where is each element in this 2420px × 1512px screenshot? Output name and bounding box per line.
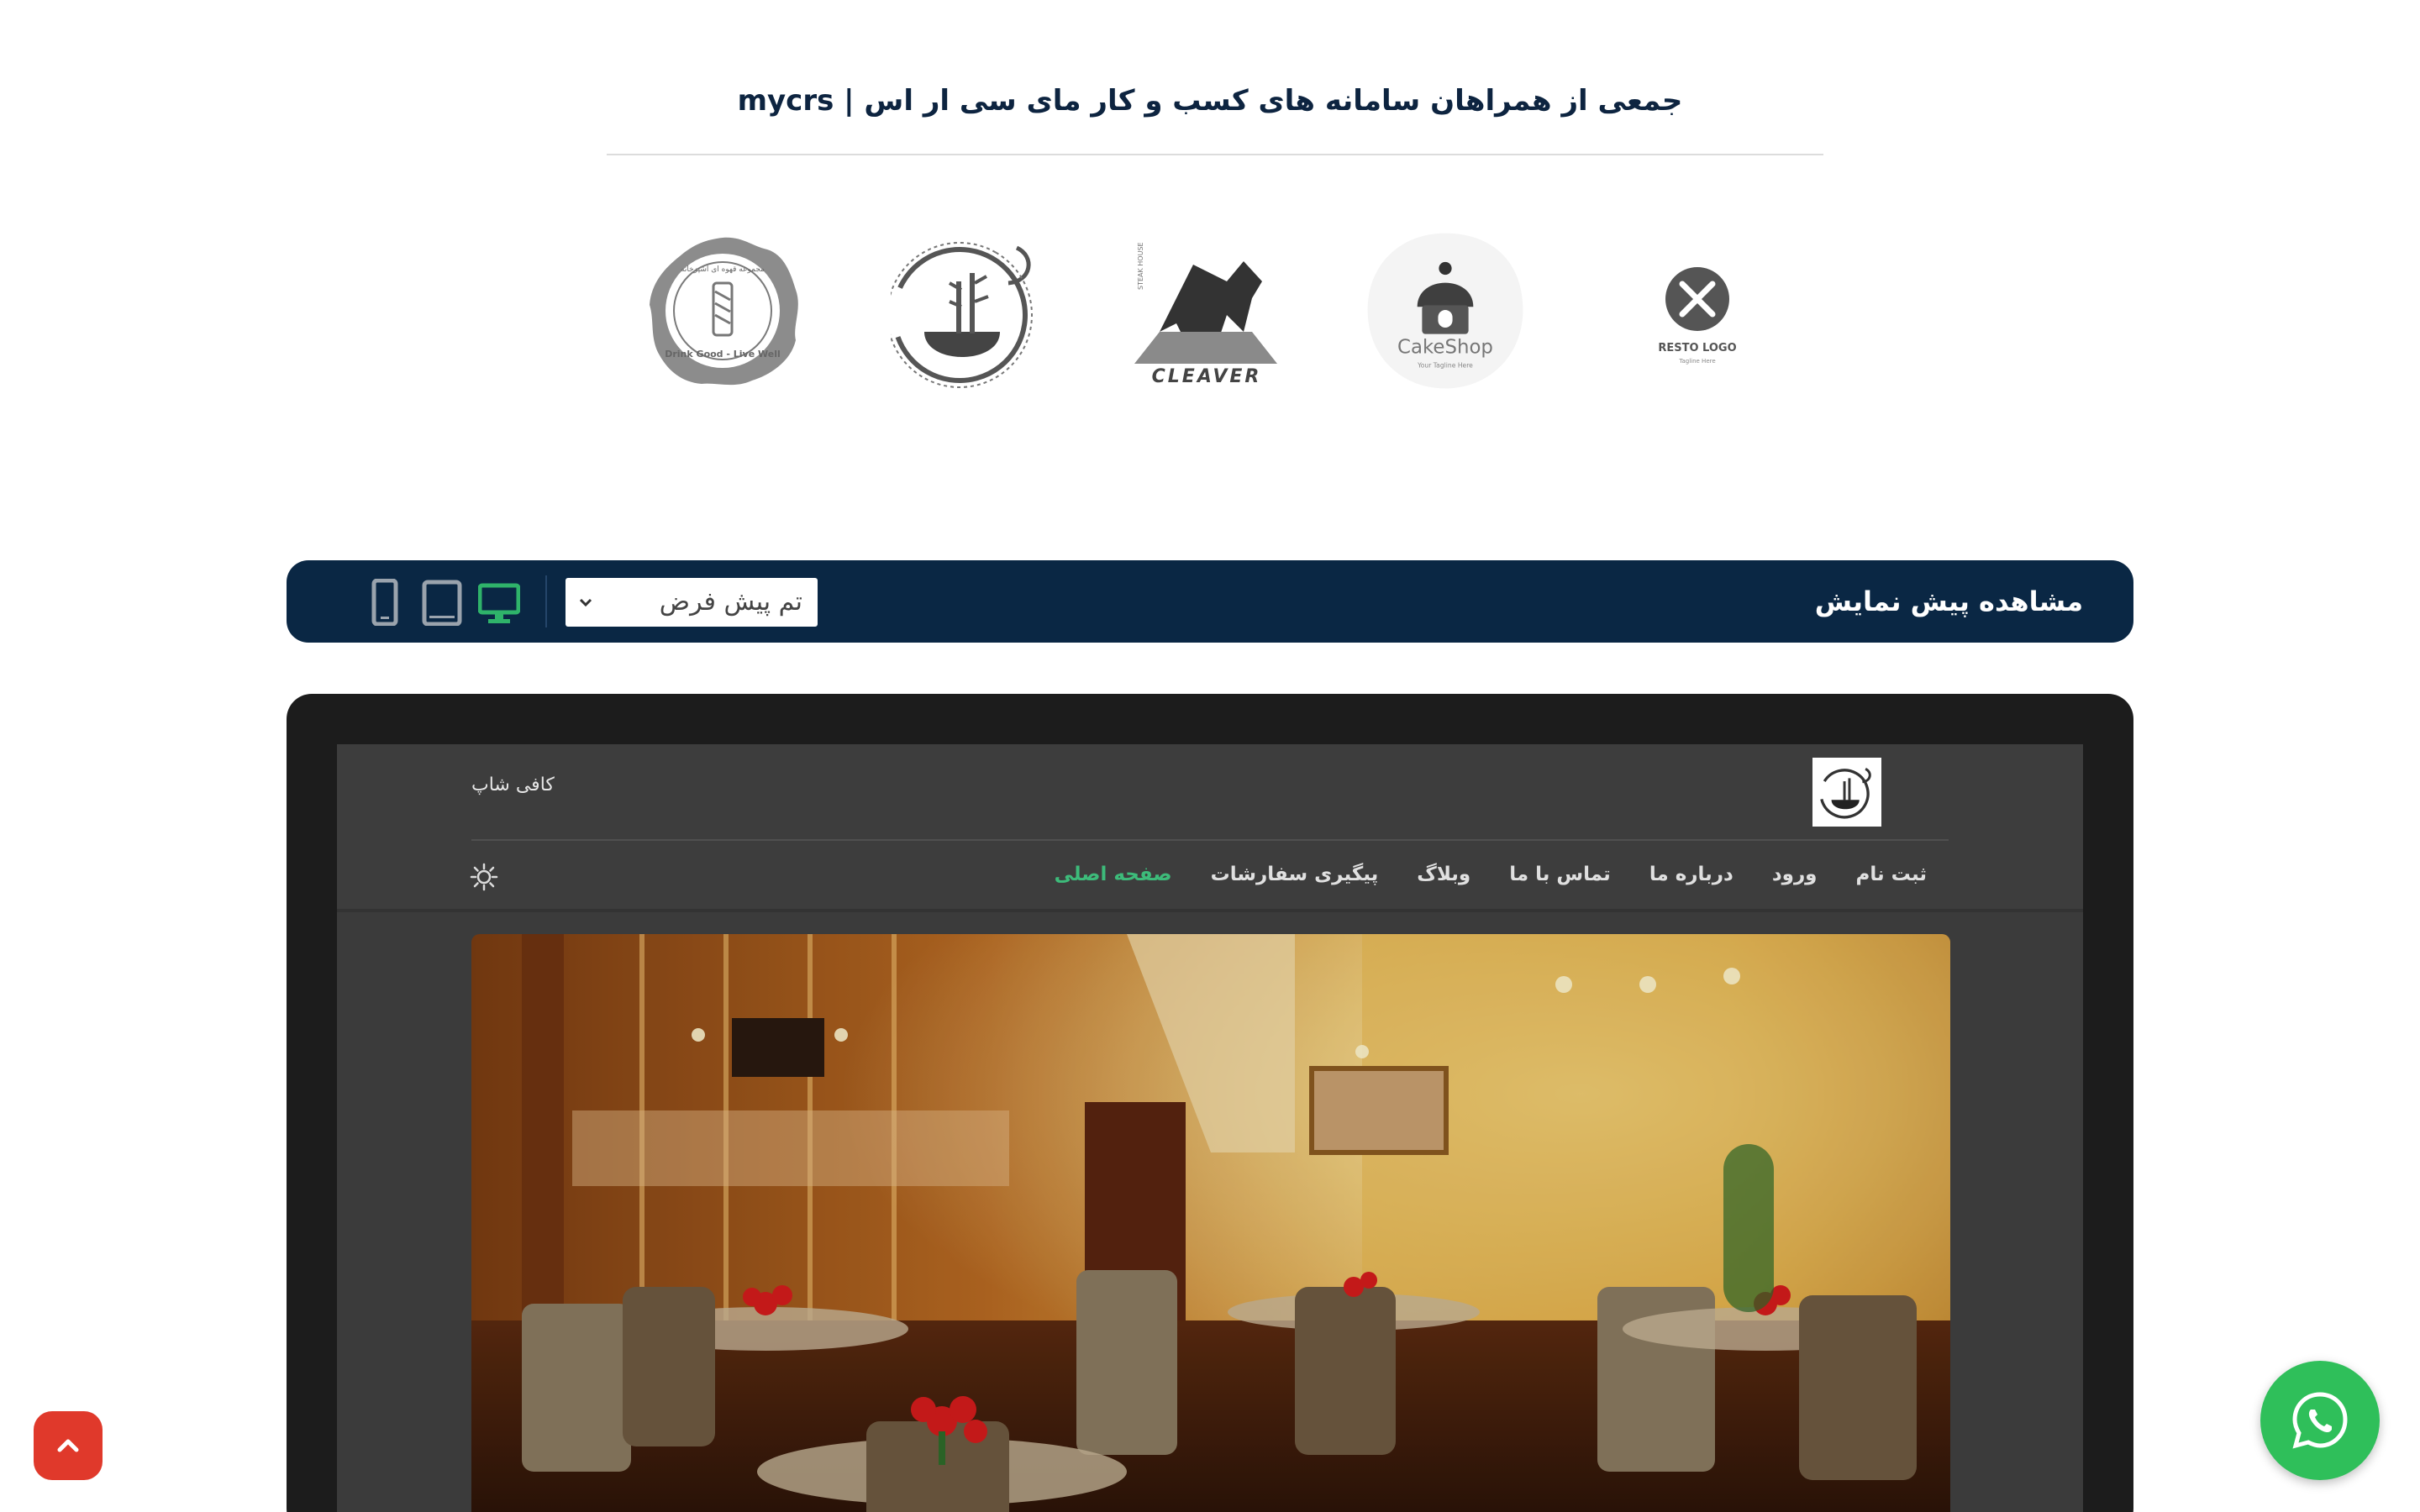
resto-logo-sub: Tagline Here (1678, 358, 1715, 365)
nav-about[interactable]: درباره ما (1649, 858, 1733, 891)
partners-title: جمعی از همراهان سامانه های کسب و کار مای… (737, 84, 1683, 118)
preview-toolbar: مشاهده پیش نمایش تم پیش فرض (287, 560, 2133, 643)
nav-register[interactable]: ثبت نام (1855, 858, 1927, 891)
cakeshop-logo-text: CakeShop (1397, 336, 1493, 358)
site-logo[interactable] (1812, 758, 1881, 827)
bamboo-bowl-logo[interactable] (882, 227, 1050, 395)
cleaver-steakhouse-logo[interactable]: CLEAVER STEAK HOUSE (1126, 227, 1294, 395)
site-nav: صفحه اصلی پیگیری سفارشات وبلاگ تماس با م… (1055, 858, 1927, 891)
device-preview-frame: کافی شاپ صفحه اصلی پیگیری سفارشات وبلاگ (287, 694, 2133, 1512)
preview-title: مشاهده پیش نمایش (1814, 585, 2083, 617)
drink-good-logo-arc-text: مجموعه قهوه ای آشپزخانه (681, 264, 765, 274)
scroll-to-top-button[interactable] (34, 1411, 103, 1480)
nav-home[interactable]: صفحه اصلی (1055, 858, 1172, 891)
toolbar-separator (545, 575, 547, 627)
tablet-icon[interactable] (421, 579, 463, 626)
preview-screen: کافی شاپ صفحه اصلی پیگیری سفارشات وبلاگ (337, 744, 2083, 1512)
header-divider (471, 839, 1949, 841)
whatsapp-button[interactable] (2260, 1361, 2380, 1480)
page: جمعی از همراهان سامانه های کسب و کار مای… (0, 0, 2420, 1512)
desktop-icon[interactable] (478, 579, 520, 626)
drink-good-live-well-logo[interactable]: Drink Good - Live Well مجموعه قهوه ای آش… (639, 227, 807, 395)
cakeshop-logo[interactable]: CakeShop Your Tagline Here (1361, 227, 1529, 395)
nav-order-tracking[interactable]: پیگیری سفارشات (1211, 858, 1379, 891)
drink-good-logo-text: Drink Good - Live Well (665, 349, 781, 360)
theme-select[interactable]: تم پیش فرض (566, 578, 818, 627)
chevron-up-icon (57, 1439, 79, 1452)
nav-contact[interactable]: تماس با ما (1509, 858, 1611, 891)
theme-toggle-icon[interactable] (470, 863, 498, 891)
resto-logo-text: RESTO LOGO (1658, 342, 1736, 354)
chevron-down-icon (579, 598, 592, 607)
partner-logos: Drink Good - Live Well مجموعه قهوه ای آش… (639, 227, 1781, 395)
mobile-icon[interactable] (364, 579, 406, 626)
nav-login[interactable]: ورود (1772, 858, 1818, 891)
site-header: کافی شاپ صفحه اصلی پیگیری سفارشات وبلاگ (337, 744, 2083, 912)
whatsapp-icon (2292, 1392, 2348, 1449)
cakeshop-logo-sub: Your Tagline Here (1417, 362, 1473, 370)
nav-blog[interactable]: وبلاگ (1417, 858, 1470, 891)
resto-logo[interactable]: RESTO LOGO Tagline Here (1613, 227, 1781, 395)
cleaver-logo-text: CLEAVER (1152, 366, 1262, 387)
theme-select-value: تم پیش فرض (659, 587, 802, 617)
cleaver-logo-sub: STEAK HOUSE (1137, 242, 1144, 290)
partners-divider (607, 154, 1823, 155)
site-name: کافی شاپ (471, 774, 555, 795)
hero-cafe-image (471, 934, 1950, 1512)
